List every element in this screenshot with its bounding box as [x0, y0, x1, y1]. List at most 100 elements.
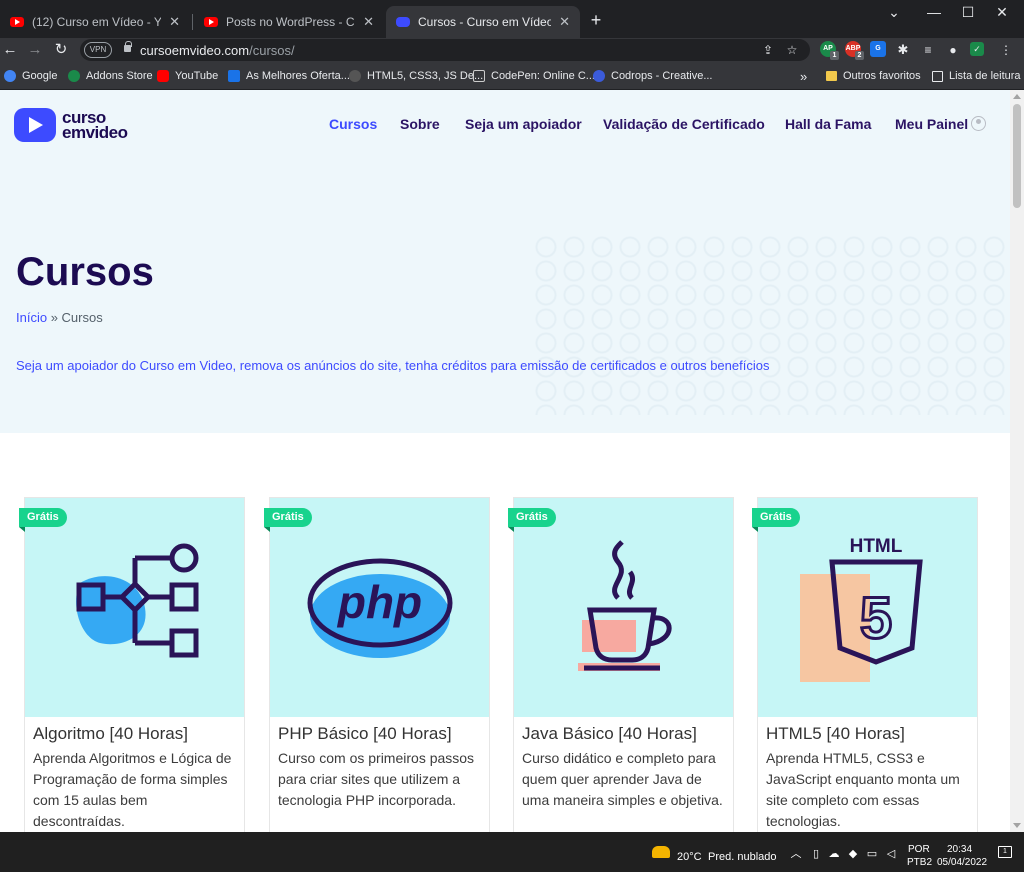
close-icon[interactable]: ✕	[559, 14, 570, 30]
language-code[interactable]: POR	[908, 844, 930, 855]
course-card[interactable]: Grátis Algoritmo [40 Horas] Aprenda Algo…	[19, 497, 245, 832]
free-badge: Grátis	[264, 508, 312, 532]
weather-description[interactable]: Pred. nublado	[708, 851, 777, 863]
bookmark-ofertas[interactable]: As Melhores Oferta...	[228, 68, 350, 84]
course-card[interactable]: HTML 5 Grátis HTML5 [40 Horas] Aprenda H…	[752, 497, 978, 832]
extension-ap-icon[interactable]: AP 1	[820, 41, 839, 60]
usb-icon[interactable]: ▯	[810, 849, 822, 860]
nav-meu-painel[interactable]: Meu Painel	[895, 116, 968, 132]
course-thumbnail[interactable]: HTML 5	[758, 498, 977, 717]
keyboard-layout[interactable]: PTB2	[907, 857, 932, 868]
forward-icon[interactable]: →	[25, 40, 45, 60]
course-card[interactable]: php Grátis PHP Básico [40 Horas] Curso c…	[264, 497, 490, 832]
tab-search-button[interactable]: ⌄	[874, 0, 914, 26]
lock-icon[interactable]	[124, 41, 132, 52]
breadcrumb-home-link[interactable]: Início	[16, 310, 47, 325]
share-icon[interactable]: ⇪	[760, 42, 776, 58]
scroll-up-icon[interactable]	[1013, 94, 1021, 99]
close-window-button[interactable]: ✕	[982, 0, 1022, 26]
bookmark-codepen[interactable]: CodePen: Online C...	[473, 68, 595, 84]
bookmark-label: Codrops - Creative...	[611, 70, 713, 82]
bookmark-youtube[interactable]: YouTube	[157, 68, 218, 84]
free-badge: Grátis	[19, 508, 67, 532]
reload-icon[interactable]: ↻	[51, 40, 71, 60]
course-title[interactable]: Algoritmo [40 Horas]	[33, 724, 188, 744]
extension-translate-icon[interactable]: G	[870, 41, 886, 57]
bookmark-addons-store[interactable]: Addons Store	[68, 68, 153, 84]
nav-sobre[interactable]: Sobre	[400, 116, 440, 132]
course-title[interactable]: HTML5 [40 Horas]	[766, 724, 905, 744]
course-description: Curso com os primeiros passos para criar…	[278, 750, 475, 808]
address-bar[interactable]: VPN cursoemvideo.com/cursos/ ⇪ ☆	[80, 39, 810, 61]
close-icon[interactable]: ✕	[363, 14, 374, 30]
clock-time[interactable]: 20:34	[947, 844, 972, 855]
vpn-badge[interactable]: VPN	[84, 42, 112, 58]
course-thumbnail[interactable]: php	[270, 498, 489, 717]
course-thumbnail[interactable]	[514, 498, 733, 717]
onedrive-icon[interactable]: ☁	[828, 849, 840, 860]
browser-toolbar: ← → ↻ VPN cursoemvideo.com/cursos/ ⇪ ☆ A…	[0, 38, 1024, 62]
course-title[interactable]: PHP Básico [40 Horas]	[278, 724, 452, 744]
site-logo[interactable]: curso emvideo	[14, 107, 128, 143]
html5-icon: HTML 5	[800, 536, 923, 682]
nav-hall-da-fama[interactable]: Hall da Fama	[785, 116, 871, 132]
bookmark-other-folder[interactable]: Outros favoritos	[826, 68, 921, 84]
folder-icon	[826, 71, 837, 81]
back-icon[interactable]: ←	[0, 40, 20, 60]
codrops-icon	[593, 70, 605, 82]
weather-icon[interactable]	[652, 846, 670, 858]
course-title[interactable]: Java Básico [40 Horas]	[522, 724, 697, 744]
reading-list-icon	[932, 70, 943, 82]
tab-title: (12) Curso em Vídeo - YouTube	[32, 15, 161, 29]
close-icon[interactable]: ✕	[169, 14, 180, 30]
nav-validacao-certificado[interactable]: Validação de Certificado	[603, 116, 765, 132]
puzzle-icon[interactable]: ✱	[895, 42, 911, 58]
bookmarks-overflow-button[interactable]: »	[800, 68, 807, 84]
scrollbar-thumb[interactable]	[1013, 104, 1021, 208]
nav-seja-apoiador[interactable]: Seja um apoiador	[465, 116, 582, 132]
course-thumbnail[interactable]	[25, 498, 244, 717]
bookmark-html5-css3[interactable]: HTML5, CSS3, JS De...	[349, 68, 483, 84]
course-description: Curso didático e completo para quem quer…	[522, 750, 723, 808]
shield-check-icon[interactable]: ✓	[970, 42, 984, 56]
nav-cursos[interactable]: Cursos	[329, 116, 377, 132]
star-icon[interactable]: ☆	[784, 42, 800, 58]
notification-center-icon[interactable]: 1	[998, 846, 1012, 858]
clock-date[interactable]: 05/04/2022	[937, 857, 987, 868]
page-scrollbar[interactable]	[1010, 90, 1024, 832]
menu-dots-icon[interactable]: ⋮	[998, 42, 1014, 58]
network-icon[interactable]: ▭	[866, 849, 878, 860]
extension-abp-icon[interactable]: ABP 2	[845, 41, 864, 60]
globe-icon	[349, 70, 361, 82]
profile-icon[interactable]: ●	[945, 42, 961, 58]
weather-temperature[interactable]: 20°C	[677, 851, 702, 863]
youtube-icon	[10, 17, 24, 27]
supporter-promo-link[interactable]: Seja um apoiador do Curso em Video, remo…	[16, 358, 769, 373]
bookmark-label: HTML5, CSS3, JS De...	[367, 70, 484, 82]
tab-strip: (12) Curso em Vídeo - YouTube ✕ Posts no…	[0, 0, 1024, 38]
coffee-cup-icon	[578, 540, 672, 671]
reading-list-button[interactable]: Lista de leitura	[932, 68, 1021, 84]
scroll-down-icon[interactable]	[1013, 823, 1021, 828]
chevron-up-icon[interactable]: ︿	[790, 849, 802, 860]
course-description: Aprenda Algoritmos e Lógica de Programaç…	[33, 750, 232, 829]
user-avatar-icon[interactable]	[971, 116, 986, 131]
tab-cursos[interactable]: Cursos - Curso em Vídeo ✕	[386, 6, 580, 38]
media-control-icon[interactable]: ≡	[920, 42, 936, 58]
cursoemvideo-icon	[396, 17, 410, 27]
logo-text: curso emvideo	[62, 109, 128, 141]
volume-icon[interactable]: ◁	[885, 849, 897, 860]
dropbox-icon[interactable]: ◆	[847, 849, 859, 860]
youtube-icon	[204, 17, 218, 27]
course-card[interactable]: Grátis Java Básico [40 Horas] Curso didá…	[508, 497, 734, 832]
tab-wordpress[interactable]: Posts no WordPress - Curso Word ✕	[194, 6, 384, 38]
flowchart-icon	[76, 543, 199, 658]
new-tab-button[interactable]: +	[586, 10, 606, 30]
bookmark-codrops[interactable]: Codrops - Creative...	[593, 68, 712, 84]
html5-logo-number: 5	[860, 586, 892, 651]
url-text[interactable]: cursoemvideo.com/cursos/	[140, 43, 295, 58]
tab-youtube[interactable]: (12) Curso em Vídeo - YouTube ✕	[0, 6, 190, 38]
background-pattern	[534, 235, 1010, 415]
bookmark-google[interactable]: Google	[4, 68, 57, 84]
bookmark-label: As Melhores Oferta...	[246, 70, 350, 82]
